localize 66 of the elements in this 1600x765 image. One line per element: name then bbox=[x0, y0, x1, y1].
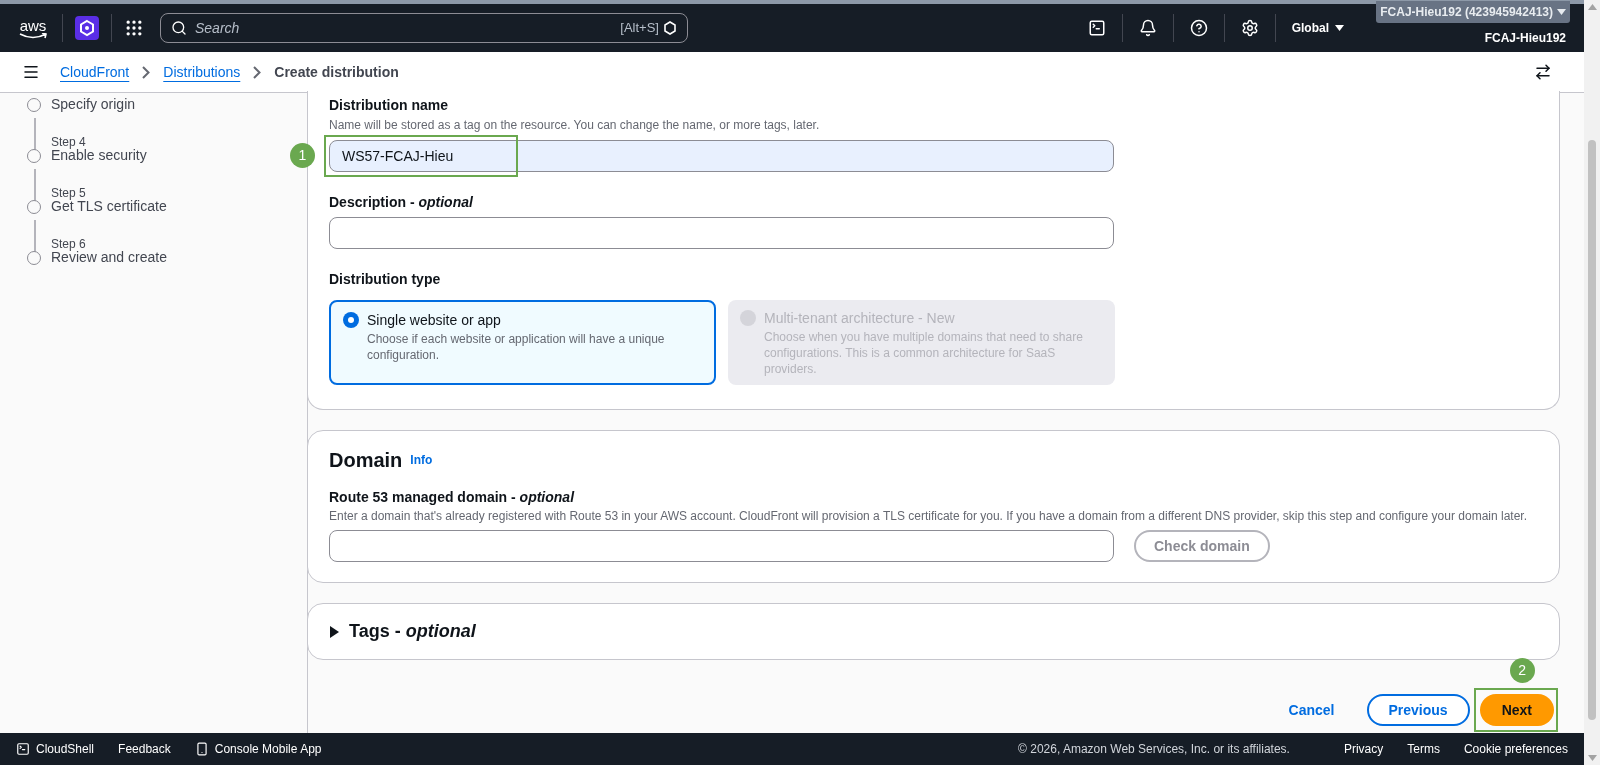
footer-link[interactable]: Console Mobile App bbox=[194, 740, 322, 758]
caret-icon bbox=[1557, 9, 1566, 15]
cancel-button[interactable]: Cancel bbox=[1266, 699, 1357, 721]
radio-button[interactable] bbox=[343, 312, 359, 328]
info-link[interactable]: Info bbox=[410, 451, 433, 469]
section-title[interactable]: Tags - optional bbox=[349, 618, 476, 645]
cloudshell-icon bbox=[16, 742, 30, 756]
name-input[interactable]: WS57-FCAJ-Hieu bbox=[329, 140, 1114, 172]
step-label: Step 6 bbox=[51, 237, 86, 251]
region-selector[interactable]: Global bbox=[1291, 19, 1344, 37]
step-indicator bbox=[27, 97, 41, 112]
field-hint: Enter a domain that's already registered with Route 53 in your AWS account. CloudFront will provision a TLS certificate for you. If you have a domain from a different DNS provider, skip this step and configure your domain later. bbox=[329, 508, 1528, 524]
step-title[interactable]: Specify origin bbox=[51, 94, 136, 115]
section-title: Domain bbox=[329, 448, 403, 473]
aws-logo[interactable]: aws bbox=[16, 17, 50, 39]
field-hint: Name will be stored as a tag on the resource. You can change the name, or more tags, later. bbox=[329, 117, 821, 134]
breadcrumb-link[interactable]: Distributions bbox=[163, 61, 241, 83]
next-button[interactable]: Next bbox=[1479, 694, 1554, 726]
app-icon[interactable] bbox=[75, 16, 99, 40]
caret-right-icon[interactable] bbox=[329, 625, 339, 638]
shortcut-hint: [Alt+S] bbox=[620, 19, 659, 38]
footer-link[interactable]: Feedback bbox=[118, 740, 171, 758]
arrows-icon[interactable] bbox=[1534, 63, 1552, 81]
search-input[interactable]: Search bbox=[195, 17, 621, 39]
breadcrumb-link[interactable]: CloudFront bbox=[60, 61, 130, 83]
field-label: Route 53 managed domain - optional bbox=[329, 488, 576, 507]
chevron-icon bbox=[253, 65, 262, 79]
chevron-icon bbox=[142, 65, 151, 79]
step-indicator bbox=[27, 199, 41, 214]
field-label: Distribution type bbox=[329, 270, 442, 289]
footer-link[interactable]: Cookie preferences bbox=[1463, 740, 1568, 758]
option-description: Choose if each website or application will have a unique configuration. bbox=[367, 331, 666, 363]
annotation-marker: 2 bbox=[1509, 658, 1535, 683]
scroll-down-icon bbox=[1587, 755, 1597, 761]
help-icon[interactable] bbox=[1189, 19, 1208, 37]
cloudshell-icon[interactable] bbox=[1087, 19, 1106, 37]
phone-icon bbox=[194, 742, 209, 756]
annotation-marker: 1 bbox=[290, 143, 315, 168]
step-indicator bbox=[27, 148, 41, 163]
account-menu[interactable]: FCAJ-Hieu192 (423945942413) bbox=[1376, 1, 1570, 23]
caret-icon bbox=[1335, 25, 1344, 31]
option-title: Single website or app bbox=[367, 311, 502, 330]
scrollbar[interactable] bbox=[1584, 0, 1600, 765]
step-indicator bbox=[27, 250, 41, 265]
footer-link[interactable]: Privacy bbox=[1343, 740, 1384, 758]
step-label: Step 4 bbox=[51, 135, 86, 149]
settings-icon[interactable] bbox=[1240, 19, 1259, 37]
step-label: Step 5 bbox=[51, 186, 86, 200]
footer-link[interactable]: CloudShell bbox=[16, 740, 95, 758]
description-input[interactable] bbox=[329, 217, 1114, 249]
footer-link[interactable]: Terms bbox=[1407, 740, 1440, 758]
search-bar[interactable]: Search [Alt+S] bbox=[160, 13, 688, 43]
breadcrumb-current: Create distribution bbox=[274, 62, 399, 82]
domain-input[interactable] bbox=[329, 530, 1114, 562]
scroll-up-icon bbox=[1587, 4, 1597, 10]
copyright-text: © 2026, Amazon Web Services, Inc. or its affiliates. bbox=[1018, 741, 1290, 758]
user-name: FCAJ-Hieu192 bbox=[1484, 30, 1567, 47]
field-label: Distribution name bbox=[329, 96, 449, 115]
previous-button[interactable]: Previous bbox=[1366, 694, 1470, 726]
menu-icon[interactable] bbox=[22, 63, 40, 81]
notifications-icon[interactable] bbox=[1138, 19, 1157, 37]
radio-card[interactable]: Single website or app Choose if each website or application will have a unique configuration. bbox=[329, 300, 716, 385]
search-icon bbox=[171, 20, 187, 36]
field-label: Description - optional bbox=[329, 193, 474, 212]
hexagon-icon bbox=[663, 21, 677, 35]
apps-grid-icon[interactable] bbox=[124, 18, 144, 38]
